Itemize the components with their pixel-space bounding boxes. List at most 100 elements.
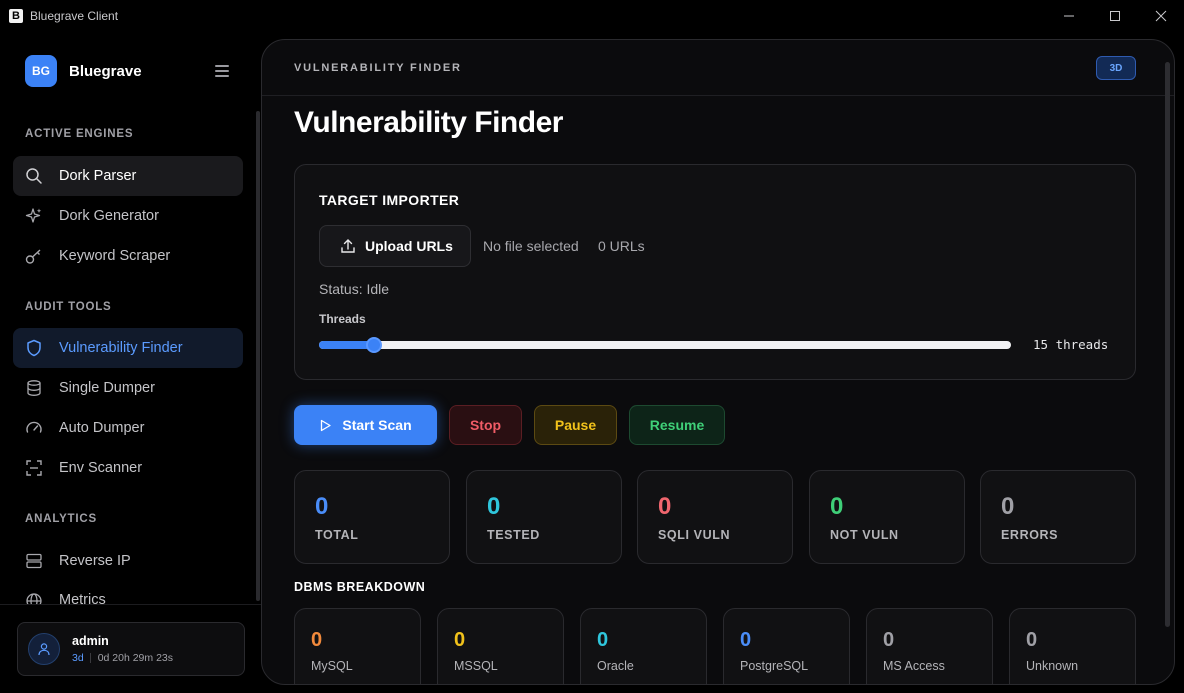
pause-button[interactable]: Pause [534,405,617,445]
upload-button-label: Upload URLs [365,238,453,254]
sidebar-item-single-dumper[interactable]: Single Dumper [13,368,243,408]
section-label-active-engines: ACTIVE ENGINES [25,128,134,140]
scan-icon [25,459,43,477]
start-scan-label: Start Scan [342,417,412,433]
dbms-value: 0 [597,629,609,651]
sidebar-item-reverse-ip[interactable]: Reverse IP [13,541,243,581]
sidebar-item-label: Dork Parser [59,168,137,184]
close-icon [1155,10,1167,21]
sidebar-item-label: Reverse IP [59,553,131,569]
menu-toggle-icon[interactable] [215,65,229,77]
dbms-breakdown-title: DBMS BREAKDOWN [294,580,426,594]
top-bar: VULNERABILITY FINDER 3D [262,40,1174,96]
stat-label: ERRORS [1001,528,1059,542]
section-label-audit-tools: AUDIT TOOLS [25,301,112,313]
license-badge: 3d [72,652,84,664]
meta-separator [89,653,91,663]
minimize-button[interactable] [1046,0,1092,31]
sidebar-item-label: Dork Generator [59,208,159,224]
threads-label: Threads [319,312,366,326]
window-title: Bluegrave Client [30,8,119,23]
dbms-value: 0 [883,629,895,651]
close-button[interactable] [1138,0,1184,31]
brand-name: Bluegrave [69,62,142,80]
upload-urls-button[interactable]: Upload URLs [319,225,471,267]
stat-label: TOTAL [315,528,359,542]
window-controls [1046,0,1184,31]
dbms-label: MySQL [311,659,353,673]
dbms-value: 0 [1026,629,1038,651]
dbms-value: 0 [740,629,752,651]
brand: BG Bluegrave [25,55,142,87]
dbms-label: PostgreSQL [740,659,809,673]
dbms-label: MS Access [883,659,945,673]
breadcrumb: VULNERABILITY FINDER [294,62,462,74]
sidebar-item-keyword-scraper[interactable]: Keyword Scraper [13,236,243,276]
stat-value: 0 [830,493,844,520]
threads-slider[interactable] [319,337,1011,353]
sidebar-item-label: Auto Dumper [59,420,145,436]
user-meta: 3d 0d 20h 29m 23s [72,652,173,664]
sidebar-item-label: Env Scanner [59,460,143,476]
dbms-value: 0 [454,629,466,651]
stat-value: 0 [658,493,672,520]
stat-value: 0 [487,493,501,520]
dbms-card-ms-access: 0 MS Access [866,608,993,684]
file-status: No file selected [483,238,579,254]
main-panel: VULNERABILITY FINDER 3D Vulnerability Fi… [261,39,1175,685]
stop-button[interactable]: Stop [449,405,522,445]
threads-value: 15 threads [1033,337,1109,352]
license-remaining: 0d 20h 29m 23s [97,652,173,664]
threads-slider-thumb[interactable] [366,337,383,353]
sidebar: BG Bluegrave ACTIVE ENGINES Dork Parser … [0,31,262,693]
user-icon [38,643,50,656]
sidebar-item-env-scanner[interactable]: Env Scanner [13,448,243,488]
dbms-card-unknown: 0 Unknown [1009,608,1136,684]
user-name: admin [72,634,109,648]
scan-status: Status: Idle [319,281,390,297]
dbms-card-mysql: 0 MySQL [294,608,421,684]
stat-card-not-vuln: 0 NOT VULN [809,470,965,564]
avatar [28,633,60,665]
stat-label: NOT VULN [830,528,899,542]
gauge-icon [25,419,43,437]
server-icon [25,552,43,570]
stat-label: TESTED [487,528,540,542]
stat-value: 0 [1001,493,1015,520]
stat-value: 0 [315,493,329,520]
section-label-analytics: ANALYTICS [25,513,97,525]
target-importer-card: TARGET IMPORTER Upload URLs No file sele… [294,164,1136,380]
sidebar-item-label: Keyword Scraper [59,248,171,264]
sidebar-item-metrics[interactable]: Metrics [13,581,243,605]
app-icon: B [9,8,23,23]
stat-card-errors: 0 ERRORS [980,470,1136,564]
mode-badge[interactable]: 3D [1096,56,1136,80]
dbms-label: Unknown [1026,659,1079,673]
sidebar-item-label: Vulnerability Finder [59,340,183,356]
database-icon [25,379,43,397]
stat-card-total: 0 TOTAL [294,470,450,564]
dbms-card-mssql: 0 MSSQL [437,608,564,684]
minimize-icon [1064,15,1074,16]
sidebar-item-dork-generator[interactable]: Dork Generator [13,196,243,236]
stat-label: SQLI VULN [658,528,731,542]
sidebar-item-dork-parser[interactable]: Dork Parser [13,156,243,196]
sparkles-icon [25,207,43,225]
sidebar-divider [0,604,262,605]
dbms-card-postgresql: 0 PostgreSQL [723,608,850,684]
user-info: admin 3d 0d 20h 29m 23s [72,634,173,664]
title-bar: B Bluegrave Client [0,0,1184,31]
sidebar-item-vulnerability-finder[interactable]: Vulnerability Finder [13,328,243,368]
dbms-card-oracle: 0 Oracle [580,608,707,684]
resume-button[interactable]: Resume [629,405,725,445]
dbms-value: 0 [311,629,323,651]
maximize-button[interactable] [1092,0,1138,31]
user-card[interactable]: admin 3d 0d 20h 29m 23s [17,622,245,676]
start-scan-button[interactable]: Start Scan [294,405,437,445]
dbms-label: MSSQL [454,659,498,673]
stat-card-tested: 0 TESTED [466,470,622,564]
sidebar-scrollbar[interactable] [256,111,260,601]
sidebar-item-auto-dumper[interactable]: Auto Dumper [13,408,243,448]
search-icon [25,167,43,185]
main-scrollbar[interactable] [1165,62,1170,627]
